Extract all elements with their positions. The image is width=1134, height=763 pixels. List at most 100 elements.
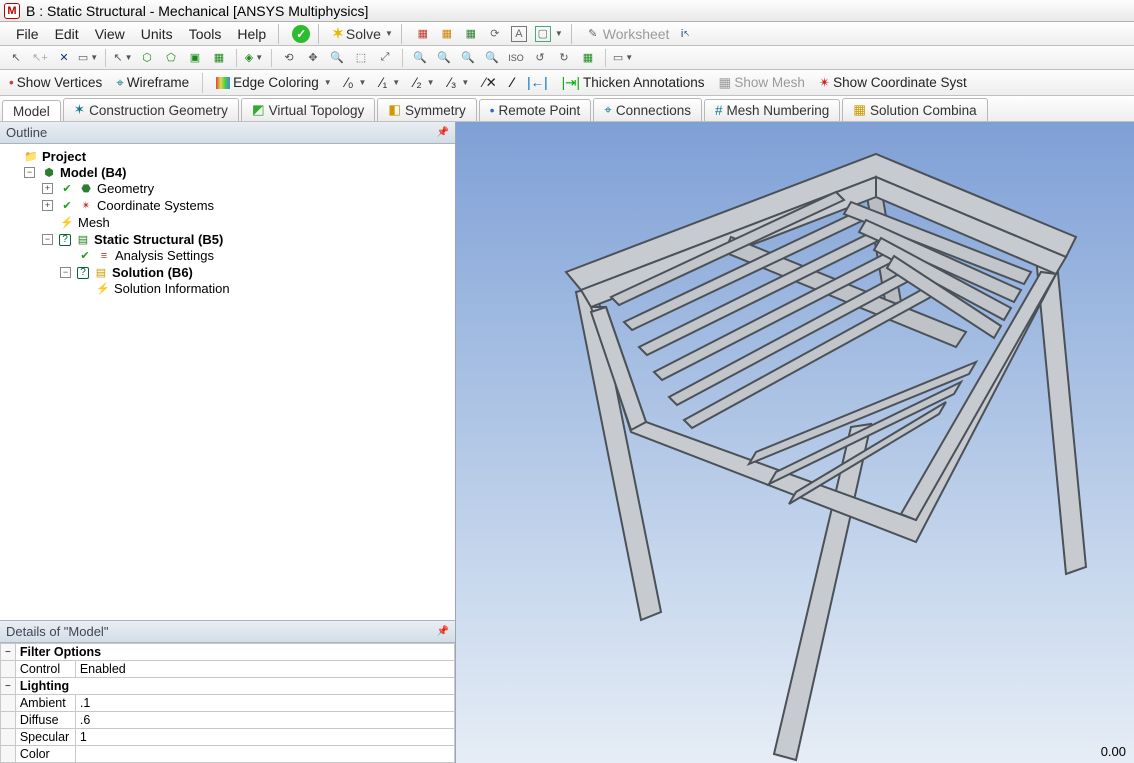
cursor-icon[interactable]: ↖ <box>6 49 26 67</box>
tree-toggle[interactable]: − <box>24 167 35 178</box>
details-grid[interactable]: − Filter Options Control Enabled − Light… <box>0 643 455 763</box>
separator <box>236 49 237 67</box>
tab-virtual-topology[interactable]: ◩Virtual Topology <box>241 98 375 121</box>
menu-tools[interactable]: Tools <box>181 23 230 45</box>
menu-edit[interactable]: Edit <box>47 23 87 45</box>
spacer <box>1 661 16 678</box>
menu-units[interactable]: Units <box>133 23 181 45</box>
rotate-icon[interactable]: ⟲ <box>279 49 299 67</box>
wireframe-button[interactable]: ⌖Wireframe <box>111 73 194 93</box>
outline-tree[interactable]: 📁 Project − ⬢ Model (B4) <box>0 144 455 620</box>
prop-diffuse-value[interactable]: .6 <box>75 712 454 729</box>
outline-title-bar[interactable]: Outline 📌 <box>0 122 455 144</box>
edge-style-hide[interactable]: ⁄✕ <box>478 73 502 93</box>
edge-style-3[interactable]: ⁄₃ ▼ <box>444 73 475 92</box>
thicken-annotations-button[interactable]: |⇥|Thicken Annotations <box>557 73 710 93</box>
toolbar-icon[interactable]: ▦ <box>435 24 459 44</box>
tree-model[interactable]: Model (B4) <box>60 165 126 180</box>
axis-icon[interactable]: ✕ <box>54 49 74 67</box>
pick-icon[interactable]: ↖▼ <box>113 49 133 67</box>
tree-coord[interactable]: Coordinate Systems <box>97 198 214 213</box>
tab-symmetry[interactable]: ◧Symmetry <box>377 98 477 121</box>
tab-connections[interactable]: ⌖Connections <box>593 98 702 121</box>
model-icon: ⬢ <box>41 166 57 180</box>
edge-style-2[interactable]: ⁄₂ ▼ <box>409 73 439 92</box>
tree-static[interactable]: Static Structural (B5) <box>94 232 223 247</box>
zoom-fit-icon[interactable]: ⤢ <box>375 49 395 67</box>
details-title: Details of "Model" <box>6 624 108 639</box>
show-vertices-button[interactable]: •Show Vertices <box>4 73 107 92</box>
tab-mesh-numbering[interactable]: #Mesh Numbering <box>704 99 840 121</box>
select-box-icon[interactable]: ▭▼ <box>78 49 98 67</box>
view-next-icon[interactable]: ↻ <box>554 49 574 67</box>
pick-edge-icon[interactable]: ⬠ <box>161 49 181 67</box>
tree-mesh[interactable]: Mesh <box>78 215 110 230</box>
tree-toggle[interactable]: − <box>42 234 53 245</box>
view-prev-icon[interactable]: ↺ <box>530 49 550 67</box>
pan-icon[interactable]: ✥ <box>303 49 323 67</box>
show-mesh-button[interactable]: ▦Show Mesh <box>714 73 810 93</box>
look-at-icon[interactable]: 🔍 <box>410 49 430 67</box>
prop-ambient-value[interactable]: .1 <box>75 695 454 712</box>
edge-style-0[interactable]: ⁄₀ ▼ <box>341 73 372 92</box>
mesh-icon: ⚡ <box>59 216 75 230</box>
zoom-icon[interactable]: 🔍 <box>327 49 347 67</box>
pick-body-icon[interactable]: ▦ <box>209 49 229 67</box>
tab-model[interactable]: Model <box>2 100 61 122</box>
pick-mode-icon[interactable]: ◈▼ <box>244 49 264 67</box>
cursor-add-icon[interactable]: ↖+ <box>30 49 50 67</box>
toolbar-icon[interactable]: ▢▼ <box>531 24 567 44</box>
show-coord-systems-button[interactable]: ✴Show Coordinate Syst <box>814 73 972 93</box>
prop-color-value[interactable] <box>75 746 454 763</box>
info-pointer-icon[interactable]: i↖ <box>673 24 697 44</box>
worksheet-button[interactable]: ✎Worksheet <box>581 24 674 44</box>
toolbar-icon[interactable]: ▦ <box>459 24 483 44</box>
toolbar-icon[interactable]: ▦ <box>411 24 435 44</box>
details-title-bar[interactable]: Details of "Model" 📌 <box>0 621 455 643</box>
prop-control-value[interactable]: Enabled <box>75 661 454 678</box>
tree-toggle[interactable]: − <box>60 267 71 278</box>
tree-analysis[interactable]: Analysis Settings <box>115 248 214 263</box>
pin-icon[interactable]: 📌 <box>437 626 449 637</box>
zoom-box-icon[interactable]: ⬚ <box>351 49 371 67</box>
graphics-viewport[interactable]: 0.00 <box>456 122 1134 763</box>
pick-face-icon[interactable]: ▣ <box>185 49 205 67</box>
tree-project[interactable]: Project <box>42 149 86 164</box>
group-toggle[interactable]: − <box>1 678 16 695</box>
menu-file[interactable]: File <box>8 23 47 45</box>
separator <box>401 24 407 44</box>
check-icon: ✔ <box>59 182 75 196</box>
edge-style-1[interactable]: ⁄₁ ▼ <box>375 73 405 92</box>
separator <box>402 49 403 67</box>
edge-style-bold[interactable]: ⁄ <box>506 73 518 92</box>
tree-solinfo[interactable]: Solution Information <box>114 281 230 296</box>
toolbar-text-icon[interactable]: A <box>507 24 531 44</box>
prop-specular-value[interactable]: 1 <box>75 729 454 746</box>
edge-coloring-button[interactable]: Edge Coloring▼ <box>211 73 336 92</box>
next-view-icon[interactable]: 🔍 <box>482 49 502 67</box>
separator <box>271 49 272 67</box>
tab-remote-point[interactable]: •Remote Point <box>479 99 592 121</box>
window-title: B : Static Structural - Mechanical [ANSY… <box>26 3 368 19</box>
menu-view[interactable]: View <box>87 23 133 45</box>
tab-construction-geometry[interactable]: ✶Construction Geometry <box>63 98 239 121</box>
solve-button[interactable]: ✶Solve▼ <box>328 23 397 44</box>
menu-help[interactable]: Help <box>229 23 274 45</box>
pick-vertex-icon[interactable]: ⬡ <box>137 49 157 67</box>
tree-toggle[interactable]: + <box>42 200 53 211</box>
tree-solution[interactable]: Solution (B6) <box>112 265 193 280</box>
pending-icon: ? <box>59 234 71 246</box>
tree-geometry[interactable]: Geometry <box>97 181 154 196</box>
view-manage-icon[interactable]: ▦ <box>578 49 598 67</box>
viewport-layout-icon[interactable]: ▭▼ <box>613 49 633 67</box>
group-toggle[interactable]: − <box>1 644 16 661</box>
title-bar: M B : Static Structural - Mechanical [AN… <box>0 0 1134 22</box>
zoom-selected-icon[interactable]: 🔍 <box>458 49 478 67</box>
edge-thick-icon[interactable]: |←| <box>522 73 553 92</box>
iso-view-icon[interactable]: ISO <box>506 49 526 67</box>
tree-toggle[interactable]: + <box>42 183 53 194</box>
tab-solution-combination[interactable]: ▦Solution Combina <box>842 98 987 121</box>
prev-view-icon[interactable]: 🔍 <box>434 49 454 67</box>
pin-icon[interactable]: 📌 <box>437 127 449 138</box>
toolbar-icon[interactable]: ⟳ <box>483 24 507 44</box>
